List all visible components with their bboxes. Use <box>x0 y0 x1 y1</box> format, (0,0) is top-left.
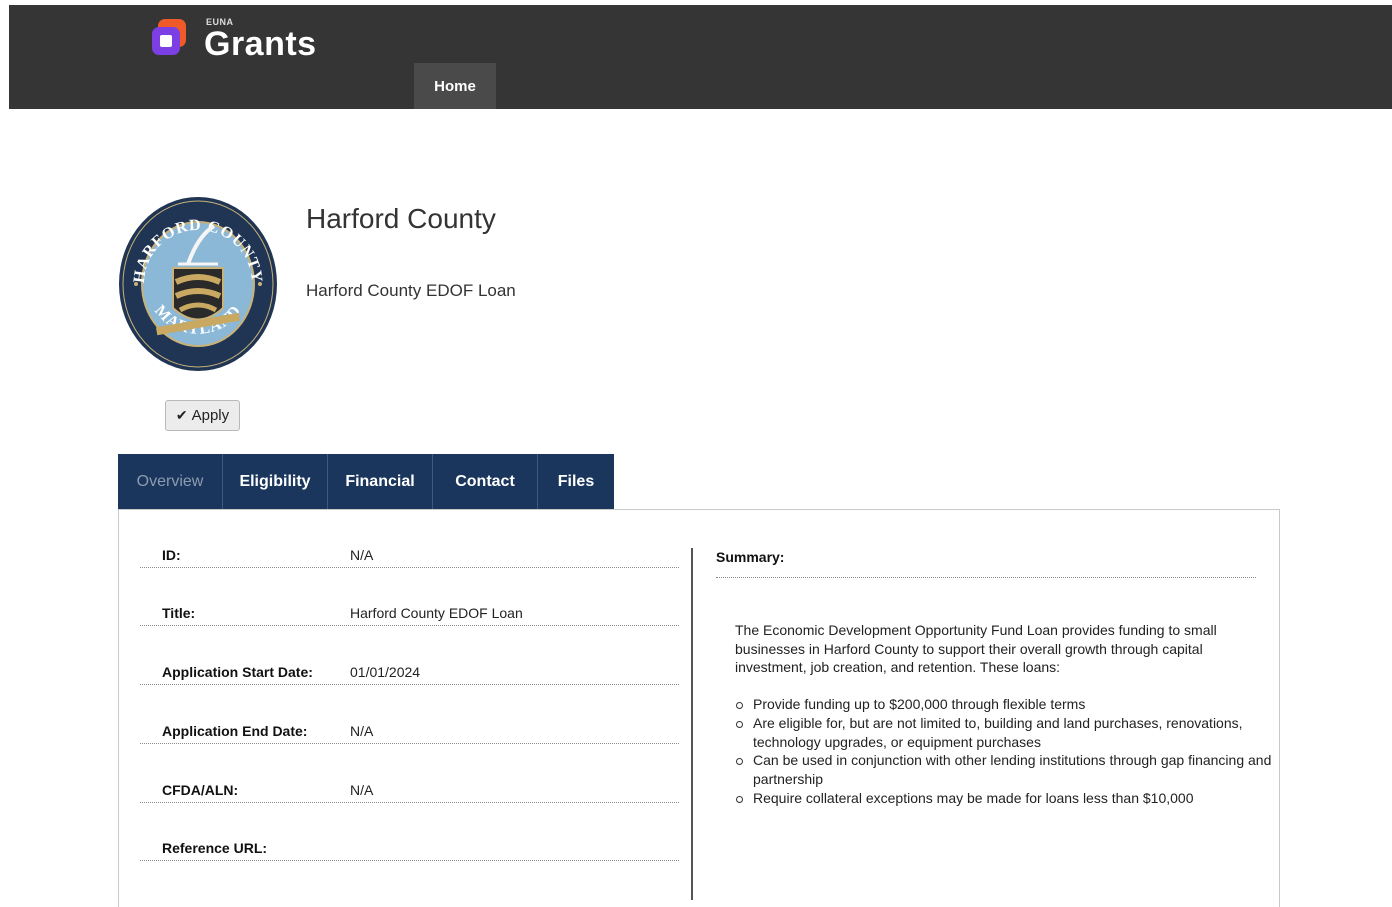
field-row-end-date: Application End Date: N/A <box>140 714 679 744</box>
field-value: N/A <box>350 547 374 563</box>
field-label: Application Start Date: <box>162 664 313 680</box>
apply-button-label: Apply <box>191 407 230 424</box>
euna-grants-logo[interactable]: EUNA Grants <box>148 13 316 63</box>
apply-button[interactable]: ✔ Apply <box>165 400 240 431</box>
field-value: Harford County EDOF Loan <box>350 605 523 621</box>
field-label: Title: <box>162 605 196 621</box>
nav-home-tab[interactable]: Home <box>414 63 496 109</box>
list-item: Can be used in conjunction with other le… <box>735 751 1275 789</box>
summary-intro: The Economic Development Opportunity Fun… <box>735 622 1217 675</box>
field-label: Application End Date: <box>162 723 308 739</box>
field-value: N/A <box>350 723 374 739</box>
grant-title: Harford County EDOF Loan <box>306 281 516 300</box>
tab-eligibility[interactable]: Eligibility <box>223 454 328 509</box>
checkmark-icon: ✔ <box>175 407 188 423</box>
field-label: CFDA/ALN: <box>162 782 239 798</box>
list-item: Are eligible for, but are not limited to… <box>735 714 1275 752</box>
field-label: Reference URL: <box>162 840 268 856</box>
grant-tabs: Overview Eligibility Financial Contact F… <box>118 454 614 509</box>
tab-files[interactable]: Files <box>538 454 614 509</box>
list-item: Require collateral exceptions may be mad… <box>735 789 1275 808</box>
summary-label: Summary: <box>716 549 785 565</box>
field-row-cfda: CFDA/ALN: N/A <box>140 773 679 803</box>
euna-logo-icon <box>148 17 190 59</box>
harford-county-seal: HARFORD COUNTY MARYLAND <box>118 196 278 372</box>
summary-heading: Summary: <box>716 548 1256 578</box>
field-value: 01/01/2024 <box>350 664 421 680</box>
field-row-start-date: Application Start Date: 01/01/2024 <box>140 655 679 685</box>
tab-overview[interactable]: Overview <box>118 454 223 509</box>
vertical-divider <box>691 548 693 900</box>
field-label: ID: <box>162 547 181 563</box>
field-row-reference-url: Reference URL: <box>140 831 679 861</box>
logo-product-name: Grants <box>204 25 317 63</box>
field-value: N/A <box>350 782 374 798</box>
field-row-id: ID: N/A <box>140 538 679 568</box>
list-item: Provide funding up to $200,000 through f… <box>735 695 1275 714</box>
tab-financial[interactable]: Financial <box>328 454 433 509</box>
field-row-title: Title: Harford County EDOF Loan <box>140 596 679 626</box>
summary-bullets: Provide funding up to $200,000 through f… <box>735 695 1275 808</box>
organization-name: Harford County <box>306 203 496 234</box>
top-navigation-bar: EUNA Grants Home <box>9 5 1392 109</box>
tab-contact[interactable]: Contact <box>433 454 538 509</box>
